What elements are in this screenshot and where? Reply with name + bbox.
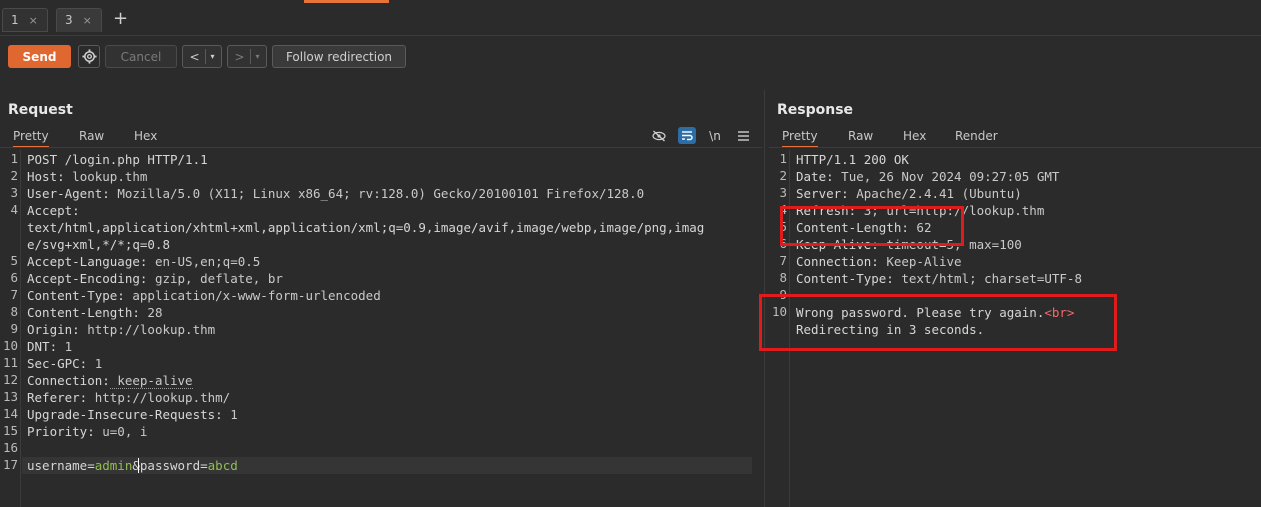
wrap-icon[interactable] bbox=[678, 127, 696, 144]
annotation-box-content-length bbox=[780, 206, 964, 246]
tab-hex[interactable]: Hex bbox=[903, 129, 926, 143]
line-number: 2 bbox=[779, 168, 787, 183]
close-icon[interactable]: × bbox=[83, 14, 92, 27]
code-line[interactable]: e/svg+xml,*/*;q=0.8 bbox=[27, 236, 170, 253]
gear-icon[interactable] bbox=[78, 45, 100, 68]
line-number: 1 bbox=[10, 151, 18, 166]
code-line[interactable]: Sec-GPC: 1 bbox=[27, 355, 102, 372]
response-tab-underline bbox=[769, 147, 1261, 148]
code-line[interactable]: Server: Apache/2.4.41 (Ubuntu) bbox=[796, 185, 1022, 202]
line-number: 16 bbox=[2, 440, 18, 455]
code-line[interactable]: text/html,application/xhtml+xml,applicat… bbox=[27, 219, 704, 236]
line-number: 2 bbox=[10, 168, 18, 183]
code-line[interactable]: Origin: http://lookup.thm bbox=[27, 321, 215, 338]
line-number: 14 bbox=[2, 406, 18, 421]
request-view-tabs: Pretty Raw Hex bbox=[0, 125, 760, 148]
request-title: Request bbox=[8, 102, 73, 118]
back-button[interactable]: < ▾ bbox=[182, 45, 222, 68]
cancel-button[interactable]: Cancel bbox=[105, 45, 177, 68]
tab-label: 3 bbox=[65, 13, 73, 27]
line-number: 6 bbox=[10, 270, 18, 285]
forward-button[interactable]: > ▾ bbox=[227, 45, 267, 68]
text-cursor bbox=[138, 458, 139, 473]
code-line[interactable]: Accept-Encoding: gzip, deflate, br bbox=[27, 270, 283, 287]
line-number: 7 bbox=[779, 253, 787, 268]
tab-render[interactable]: Render bbox=[955, 129, 998, 143]
line-number: 12 bbox=[2, 372, 18, 387]
toolbar: Send Cancel < ▾ > ▾ Follow redirection bbox=[0, 37, 1261, 77]
tab-3[interactable]: 3 × bbox=[56, 8, 102, 32]
line-number: 17 bbox=[2, 457, 18, 472]
username-value: admin bbox=[94, 458, 133, 473]
line-number: 7 bbox=[10, 287, 18, 302]
response-title: Response bbox=[777, 102, 854, 118]
code-line[interactable]: Accept-Language: en-US,en;q=0.5 bbox=[27, 253, 260, 270]
code-line[interactable]: HTTP/1.1 200 OK bbox=[796, 151, 909, 168]
tab-1[interactable]: 1 × bbox=[2, 8, 48, 32]
tab-bar: 1 × 3 × + bbox=[0, 0, 1261, 36]
tab-raw[interactable]: Raw bbox=[79, 129, 104, 143]
tab-hex[interactable]: Hex bbox=[134, 129, 157, 143]
code-line[interactable]: POST /login.php HTTP/1.1 bbox=[27, 151, 208, 168]
line-number: 5 bbox=[10, 253, 18, 268]
annotation-box-body bbox=[759, 294, 1117, 351]
line-number: 13 bbox=[2, 389, 18, 404]
code-line[interactable]: Content-Type: application/x-www-form-url… bbox=[27, 287, 381, 304]
tab-pretty[interactable]: Pretty bbox=[782, 129, 818, 148]
code-line[interactable]: Connection: Keep-Alive bbox=[796, 253, 962, 270]
code-line[interactable]: Connection: keep-alive bbox=[27, 372, 193, 389]
code-line[interactable]: Content-Length: 28 bbox=[27, 304, 162, 321]
tab-pretty[interactable]: Pretty bbox=[13, 129, 49, 148]
line-number: 15 bbox=[2, 423, 18, 438]
request-body-line[interactable]: username=admin&password=abcd bbox=[27, 457, 238, 474]
newline-icon[interactable]: \n bbox=[706, 127, 724, 144]
line-number: 1 bbox=[779, 151, 787, 166]
code-line[interactable]: Accept: bbox=[27, 202, 80, 219]
password-value: abcd bbox=[207, 458, 238, 473]
new-tab-icon[interactable]: + bbox=[113, 8, 128, 29]
code-line[interactable]: Referer: http://lookup.thm/ bbox=[27, 389, 230, 406]
code-line[interactable]: Date: Tue, 26 Nov 2024 09:27:05 GMT bbox=[796, 168, 1059, 185]
code-line[interactable]: User-Agent: Mozilla/5.0 (X11; Linux x86_… bbox=[27, 185, 644, 202]
chevron-right-icon: > bbox=[234, 49, 245, 64]
response-view-tabs: Pretty Raw Hex Render bbox=[769, 125, 1259, 148]
chevron-down-icon[interactable]: ▾ bbox=[211, 52, 215, 61]
line-number: 8 bbox=[779, 270, 787, 285]
code-line[interactable]: Priority: u=0, i bbox=[27, 423, 147, 440]
line-number: 3 bbox=[10, 185, 18, 200]
line-number: 9 bbox=[10, 321, 18, 336]
eye-off-icon[interactable] bbox=[650, 127, 668, 144]
code-line[interactable]: Content-Type: text/html; charset=UTF-8 bbox=[796, 270, 1082, 287]
tab-label: 1 bbox=[11, 13, 19, 27]
chevron-down-icon[interactable]: ▾ bbox=[256, 52, 260, 61]
request-tab-underline bbox=[0, 147, 762, 148]
tab-raw[interactable]: Raw bbox=[848, 129, 873, 143]
close-icon[interactable]: × bbox=[29, 14, 38, 27]
chevron-left-icon: < bbox=[189, 49, 200, 64]
active-indicator bbox=[304, 0, 389, 3]
send-button[interactable]: Send bbox=[8, 45, 71, 68]
code-line[interactable]: Upgrade-Insecure-Requests: 1 bbox=[27, 406, 238, 423]
line-number: 8 bbox=[10, 304, 18, 319]
code-line[interactable]: Host: lookup.thm bbox=[27, 168, 147, 185]
code-line[interactable]: DNT: 1 bbox=[27, 338, 72, 355]
line-number: 10 bbox=[2, 338, 18, 353]
line-number: 3 bbox=[779, 185, 787, 200]
menu-icon[interactable] bbox=[734, 127, 752, 144]
line-number: 11 bbox=[2, 355, 18, 370]
line-number: 4 bbox=[10, 202, 18, 217]
follow-redirection-button[interactable]: Follow redirection bbox=[272, 45, 406, 68]
